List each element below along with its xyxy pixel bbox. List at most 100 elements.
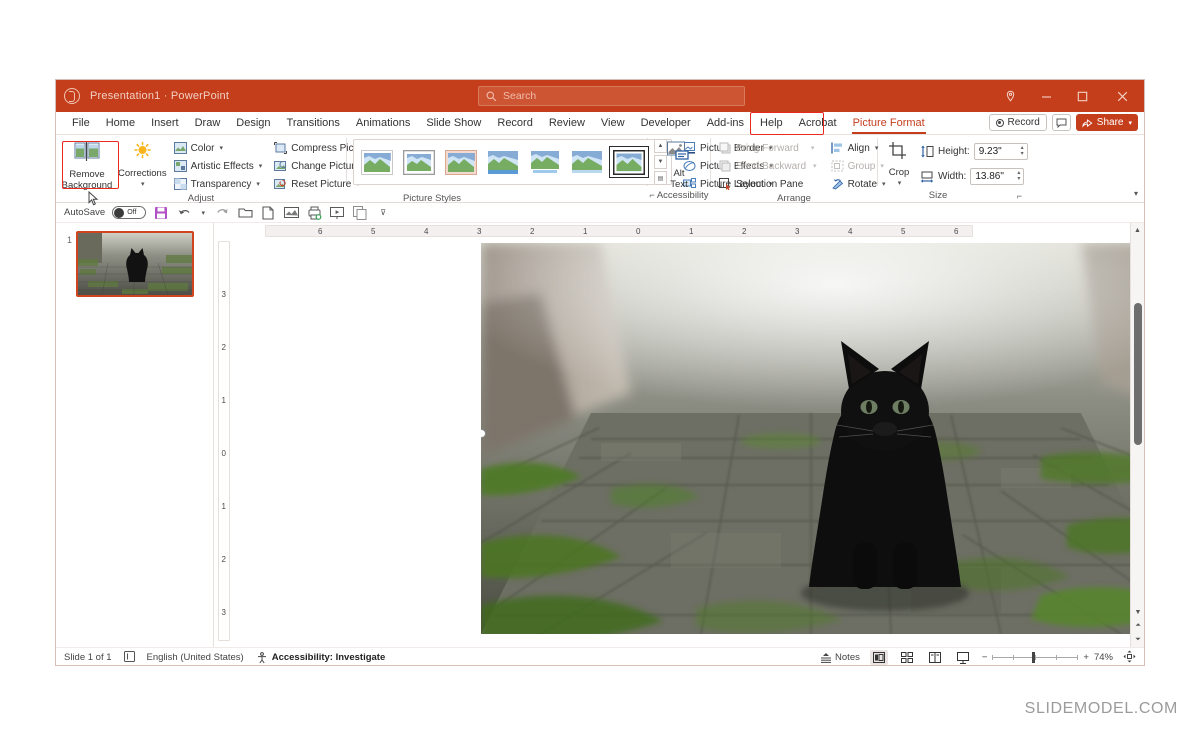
scrollbar-thumb[interactable] (1134, 303, 1142, 445)
next-slide-icon[interactable]: ⏷ (1131, 633, 1144, 647)
pin-icon[interactable] (992, 80, 1028, 112)
vertical-ruler[interactable]: 3 2 1 0 1 2 3 (218, 241, 230, 641)
zoom-out-button[interactable]: − (982, 652, 988, 663)
adjust-group-label: Adjust (187, 193, 215, 204)
vruler-label: 3 (221, 608, 226, 617)
print-preview-icon[interactable] (306, 205, 322, 221)
tab-file[interactable]: File (64, 114, 98, 133)
notes-button[interactable]: Notes (820, 652, 860, 664)
tab-developer[interactable]: Developer (633, 114, 699, 133)
record-dot-icon (995, 118, 1004, 127)
slide-count: Slide 1 of 1 (64, 652, 112, 663)
start-slideshow-icon[interactable] (329, 205, 345, 221)
color-button[interactable]: Color ▾ (171, 139, 266, 157)
slide-thumbnail-1[interactable] (76, 231, 194, 297)
maximize-icon[interactable] (1064, 80, 1100, 112)
zoom-track[interactable] (992, 652, 1079, 663)
redo-icon[interactable] (214, 205, 230, 221)
zoom-slider[interactable]: − + 74% (982, 652, 1113, 663)
minimize-icon[interactable] (1028, 80, 1064, 112)
slideshow-view-button[interactable] (954, 650, 972, 665)
slide-canvas[interactable] (481, 243, 1144, 634)
brightness-icon (131, 141, 154, 165)
notes-indicator-icon[interactable] (123, 650, 135, 665)
hruler-label: 0 (636, 227, 641, 236)
picture-icon[interactable] (283, 205, 299, 221)
crop-button[interactable]: Crop ▾ (882, 139, 916, 189)
copy-icon[interactable] (352, 205, 368, 221)
cat-photo[interactable] (481, 243, 1144, 634)
bring-forward-button[interactable]: Bring Forward ▾ (716, 139, 820, 157)
record-button[interactable]: Record (988, 114, 1047, 131)
height-input[interactable]: 9.23" ▴ ▾ (973, 142, 1028, 160)
picture-style-thumb[interactable] (400, 147, 438, 177)
send-backward-button[interactable]: Send Backward ▾ (716, 157, 820, 175)
hruler-label: 5 (371, 227, 376, 236)
tab-record[interactable]: Record (489, 114, 540, 133)
new-slide-icon[interactable] (260, 205, 276, 221)
fit-to-window-button[interactable] (1123, 650, 1136, 666)
language-indicator[interactable]: English (United States) (147, 652, 244, 663)
arrange-column-1: Bring Forward ▾ Send Backward ▾ Selectio… (716, 139, 820, 193)
collapse-ribbon-icon[interactable]: ▾ (1134, 189, 1138, 198)
comments-button[interactable] (1051, 114, 1071, 131)
zoom-knob[interactable] (1032, 652, 1036, 663)
picture-style-thumb[interactable] (484, 147, 522, 177)
tab-draw[interactable]: Draw (187, 114, 229, 133)
slide-sorter-button[interactable] (898, 650, 916, 665)
tab-review[interactable]: Review (541, 114, 593, 133)
search-box[interactable]: Search (478, 86, 745, 106)
close-icon[interactable] (1100, 80, 1144, 112)
selection-pane-button[interactable]: Selection Pane (716, 175, 820, 193)
dialog-launcher-icon[interactable]: ⌐ (649, 190, 654, 200)
open-icon[interactable] (237, 205, 253, 221)
picture-style-thumb[interactable] (442, 147, 480, 177)
slide-thumbnail-row[interactable]: 1 (56, 231, 213, 297)
picture-styles-gallery[interactable]: ▲ ▼ ▤ (353, 139, 672, 185)
tab-design[interactable]: Design (228, 114, 278, 133)
tab-transitions[interactable]: Transitions (279, 114, 348, 133)
tab-acrobat[interactable]: Acrobat (791, 114, 845, 133)
height-stepper[interactable]: ▴ ▾ (1021, 145, 1024, 157)
undo-chevron-icon[interactable]: ▾ (199, 205, 207, 221)
vruler-label: 2 (221, 555, 226, 564)
previous-slide-icon[interactable]: ⏶ (1131, 619, 1144, 633)
reading-view-button[interactable] (926, 650, 944, 665)
tab-help[interactable]: Help (752, 114, 791, 133)
normal-view-button[interactable] (869, 650, 888, 665)
horizontal-ruler[interactable]: 6 5 4 3 2 1 0 1 2 3 4 5 6 (214, 223, 1144, 239)
tab-home[interactable]: Home (98, 114, 143, 133)
undo-icon[interactable] (176, 205, 192, 221)
color-icon (173, 142, 187, 154)
remove-background-highlight-annotation (62, 141, 119, 189)
transparency-button[interactable]: Transparency ▾ (171, 175, 266, 193)
tab-slide-show[interactable]: Slide Show (418, 114, 489, 133)
share-button[interactable]: Share ▾ (1075, 114, 1138, 131)
tab-add-ins[interactable]: Add-ins (699, 114, 752, 133)
width-input[interactable]: 13.86" ▴ ▾ (970, 167, 1025, 185)
tab-animations[interactable]: Animations (348, 114, 418, 133)
picture-style-thumb[interactable] (526, 147, 564, 177)
scroll-bottom-controls[interactable]: ▼ ⏶ ⏷ (1131, 605, 1144, 647)
scroll-down-arrow-icon[interactable]: ▼ (1131, 605, 1144, 619)
picture-style-thumb[interactable] (358, 147, 396, 177)
tab-view[interactable]: View (593, 114, 633, 133)
picture-style-thumb-selected[interactable] (609, 146, 649, 178)
save-icon[interactable] (153, 205, 169, 221)
artistic-effects-button[interactable]: Artistic Effects ▾ (171, 157, 266, 175)
size-dialog-launcher-icon[interactable]: ⌐ (1017, 191, 1022, 201)
accessibility-status[interactable]: Accessibility: Investigate (256, 651, 385, 664)
vertical-scrollbar[interactable]: ▲ ▼ ⏶ ⏷ (1130, 223, 1144, 647)
customize-qat-icon[interactable]: ⊽ (375, 205, 391, 221)
tab-insert[interactable]: Insert (143, 114, 187, 133)
height-label: Height: (938, 145, 970, 157)
corrections-button[interactable]: Corrections ▾ (118, 139, 167, 190)
tab-picture-format[interactable]: Picture Format (845, 114, 933, 134)
scroll-up-arrow-icon[interactable]: ▲ (1131, 223, 1144, 237)
alt-text-button[interactable]: Alt Text (648, 139, 710, 190)
width-stepper[interactable]: ▴ ▾ (1017, 170, 1020, 182)
picture-style-thumb[interactable] (568, 147, 606, 177)
autosave-toggle[interactable]: Off (112, 206, 147, 219)
reset-picture-label: Reset Picture (291, 178, 352, 190)
zoom-in-button[interactable]: + (1083, 652, 1089, 663)
